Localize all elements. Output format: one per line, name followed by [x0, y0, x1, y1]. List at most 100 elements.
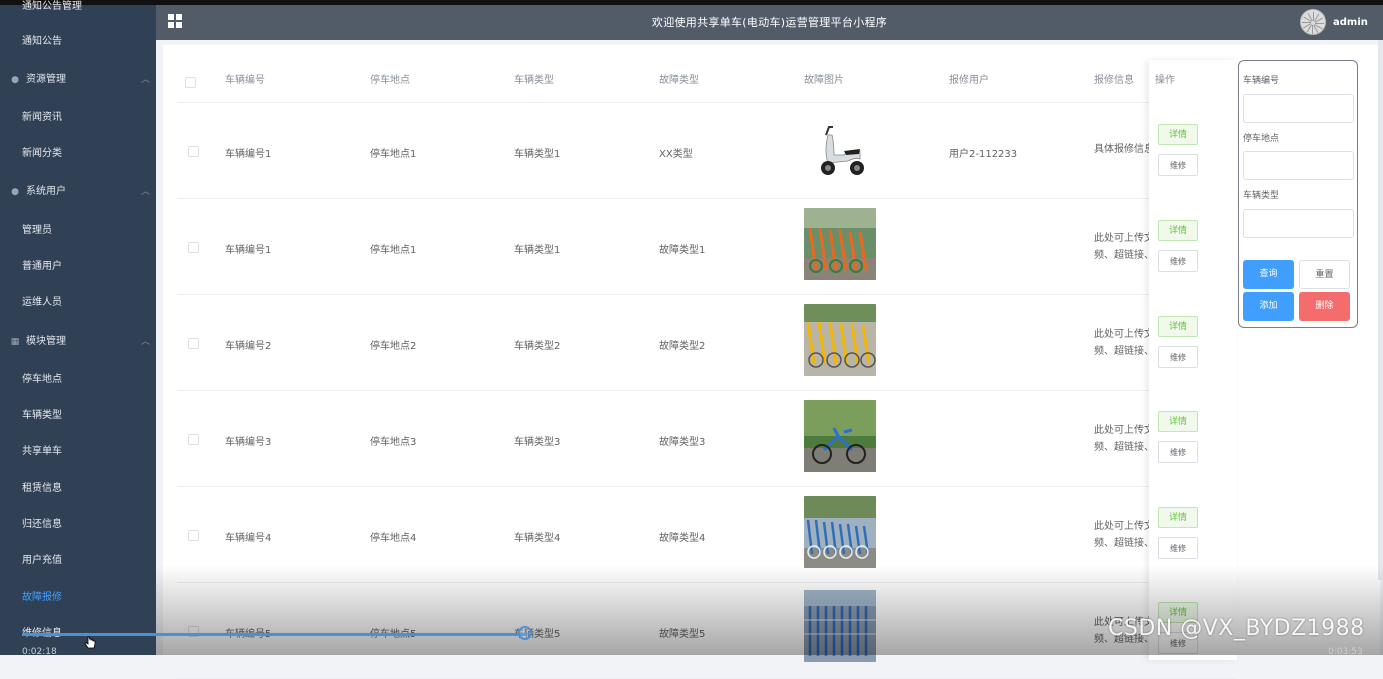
- chevron-up-icon: ︿: [140, 187, 150, 197]
- detail-button[interactable]: 详情: [1158, 316, 1198, 337]
- sidebar-item-ops-staff[interactable]: 运维人员: [0, 287, 178, 319]
- fault-image-bike-lot[interactable]: [804, 590, 876, 662]
- cell-fault-type: 故障类型1: [659, 245, 706, 256]
- cell-vehicle-type: 车辆类型2: [514, 341, 561, 352]
- table-row[interactable]: 车辆编号5 停车地点5 车辆类型5 故障类型5 此处可上传文频、超链接、: [177, 583, 1235, 679]
- repair-info-line: 此处可上传文: [1094, 425, 1149, 436]
- chevron-up-icon: ︿: [140, 75, 150, 85]
- time-total: 0:03:53: [1328, 647, 1363, 657]
- row-checkbox[interactable]: [188, 338, 199, 349]
- sidebar-item-users[interactable]: 普通用户: [0, 251, 178, 283]
- cell-parking: 停车地点3: [370, 437, 417, 448]
- sidebar-group-resources[interactable]: ● 资源管理 ︿: [0, 64, 166, 96]
- cell-repair-info: 具体报修信息: [1094, 141, 1149, 158]
- cell-vehicle-no: 车辆编号3: [225, 437, 272, 448]
- cell-parking: 停车地点1: [370, 245, 417, 256]
- sidebar-item-vehicle-types[interactable]: 车辆类型: [0, 400, 178, 432]
- sidebar-item-label: 停车地点: [22, 374, 62, 385]
- table-row[interactable]: 车辆编号1 停车地点1 车辆类型1 XX类型 用户2-112233 具体报修信息: [177, 103, 1235, 199]
- cell-vehicle-type: 车辆类型1: [514, 149, 561, 160]
- sidebar-item-news[interactable]: 新闻资讯: [0, 102, 178, 134]
- repair-button[interactable]: 维修: [1158, 537, 1198, 559]
- detail-button[interactable]: 详情: [1158, 220, 1198, 241]
- watermark: CSDN @VX_BYDZ1988: [1108, 616, 1365, 641]
- main-content: 车辆编号 停车地点 车辆类型 故障类型 故障图片 报修用户 报修信息 车辆编号1…: [163, 45, 1380, 679]
- sidebar-item-notices[interactable]: 通知公告: [0, 26, 178, 58]
- sidebar-group-system-users[interactable]: ● 系统用户 ︿: [0, 176, 166, 208]
- time-elapsed: 0:02:18: [22, 647, 57, 657]
- parking-input[interactable]: [1243, 151, 1354, 180]
- repair-info-line: 此处可上传文: [1094, 329, 1149, 340]
- delete-button[interactable]: 删除: [1299, 292, 1350, 321]
- table-row[interactable]: 车辆编号3 停车地点3 车辆类型3 故障类型3 此处可上传文 频、超链接、: [177, 391, 1235, 487]
- repair-button[interactable]: 维修: [1158, 441, 1198, 463]
- sidebar-item-label: 运维人员: [22, 297, 62, 308]
- cell-parking: 停车地点1: [370, 149, 417, 160]
- vertical-scrollbar[interactable]: [1378, 40, 1383, 580]
- sidebar-group-modules[interactable]: ▦ 模块管理 ︿: [0, 326, 166, 358]
- sidebar-item-shared-bikes[interactable]: 共享单车: [0, 436, 178, 468]
- cell-fault-type: 故障类型5: [659, 629, 706, 640]
- vehicle-no-input[interactable]: [1243, 94, 1354, 123]
- cell-parking: 停车地点4: [370, 533, 417, 544]
- sidebar: 通知公告管理 通知公告 ● 资源管理 ︿ 新闻资讯 新闻分类 ● 系统用户 ︿ 管理员 …: [0, 1, 156, 655]
- select-all-checkbox[interactable]: [185, 77, 196, 88]
- sidebar-item-news-category[interactable]: 新闻分类: [0, 138, 178, 170]
- sidebar-item-label: 车辆类型: [22, 410, 62, 421]
- row-checkbox[interactable]: [188, 146, 199, 157]
- sidebar-item-parking[interactable]: 停车地点: [0, 364, 178, 396]
- detail-button[interactable]: 详情: [1158, 507, 1198, 528]
- sidebar-item-admins[interactable]: 管理员: [0, 215, 178, 247]
- fault-image-orange-bikes[interactable]: [804, 208, 876, 280]
- hand-cursor-icon: [84, 636, 96, 649]
- cell-repair-info: 此处可上传文 频、超链接、: [1094, 518, 1149, 552]
- cell-vehicle-no: 车辆编号1: [225, 245, 272, 256]
- fault-image-blue-bike[interactable]: [804, 400, 876, 472]
- reset-button[interactable]: 重置: [1299, 260, 1350, 289]
- column-header: 报修用户: [949, 75, 989, 86]
- sidebar-item-label: 通知公告: [22, 36, 62, 47]
- column-header: 报修信息: [1094, 75, 1134, 86]
- username[interactable]: admin: [1333, 5, 1368, 40]
- row-checkbox[interactable]: [188, 530, 199, 541]
- query-button[interactable]: 查询: [1243, 260, 1294, 289]
- fault-image-scooter[interactable]: [804, 113, 876, 185]
- sidebar-item-notice-management[interactable]: 通知公告管理: [0, 0, 178, 23]
- fault-image-bike-row[interactable]: [804, 496, 876, 568]
- repair-button[interactable]: 维修: [1158, 250, 1198, 272]
- sidebar-item-label: 共享单车: [22, 446, 62, 457]
- add-button[interactable]: 添加: [1243, 292, 1294, 321]
- cell-parking: 停车地点2: [370, 341, 417, 352]
- avatar[interactable]: [1300, 9, 1326, 35]
- repair-button[interactable]: 维修: [1158, 346, 1198, 368]
- fault-image-yellow-bikes[interactable]: [804, 304, 876, 376]
- sidebar-item-recharge[interactable]: 用户充值: [0, 545, 178, 577]
- user-icon: ●: [11, 187, 19, 197]
- column-header: 操作: [1155, 75, 1175, 86]
- table-row[interactable]: 车辆编号2 停车地点2 车辆类型2 故障类型2 此处可上传文 频、超链接、: [177, 295, 1235, 391]
- sidebar-item-rentals[interactable]: 租赁信息: [0, 473, 178, 505]
- video-progress-knob[interactable]: [518, 626, 532, 640]
- sidebar-item-returns[interactable]: 归还信息: [0, 509, 178, 541]
- column-header: 故障类型: [659, 75, 699, 86]
- sidebar-item-fault-report[interactable]: 故障报修: [0, 582, 178, 614]
- repair-info-line: 频、超链接、: [1094, 538, 1149, 549]
- sidebar-item-label: 新闻资讯: [22, 112, 62, 123]
- cell-fault-type: 故障类型3: [659, 437, 706, 448]
- video-progress-bar[interactable]: [22, 633, 527, 636]
- detail-button[interactable]: 详情: [1158, 411, 1198, 432]
- column-header: 停车地点: [370, 75, 410, 86]
- row-checkbox[interactable]: [188, 434, 199, 445]
- grid-icon: ▦: [10, 337, 20, 347]
- repair-button[interactable]: 维修: [1158, 154, 1198, 176]
- sidebar-item-label: 故障报修: [22, 592, 62, 603]
- row-checkbox[interactable]: [188, 242, 199, 253]
- vehicle-type-input[interactable]: [1243, 209, 1354, 238]
- table-row[interactable]: 车辆编号1 停车地点1 车辆类型1 故障类型1 此处可上传文 频、超链接、: [177, 199, 1235, 295]
- top-header: 欢迎使用共享单车(电动车)运营管理平台小程序 admin: [156, 5, 1383, 40]
- table-row[interactable]: 车辆编号4 停车地点4 车辆类型4 故障类型4 此处可上传文 频、超链接、: [177, 487, 1235, 583]
- sidebar-item-label: 用户充值: [22, 555, 62, 566]
- repair-info-line: 此处可上传文: [1094, 233, 1149, 244]
- field-label: 车辆类型: [1243, 191, 1280, 201]
- detail-button[interactable]: 详情: [1158, 124, 1198, 145]
